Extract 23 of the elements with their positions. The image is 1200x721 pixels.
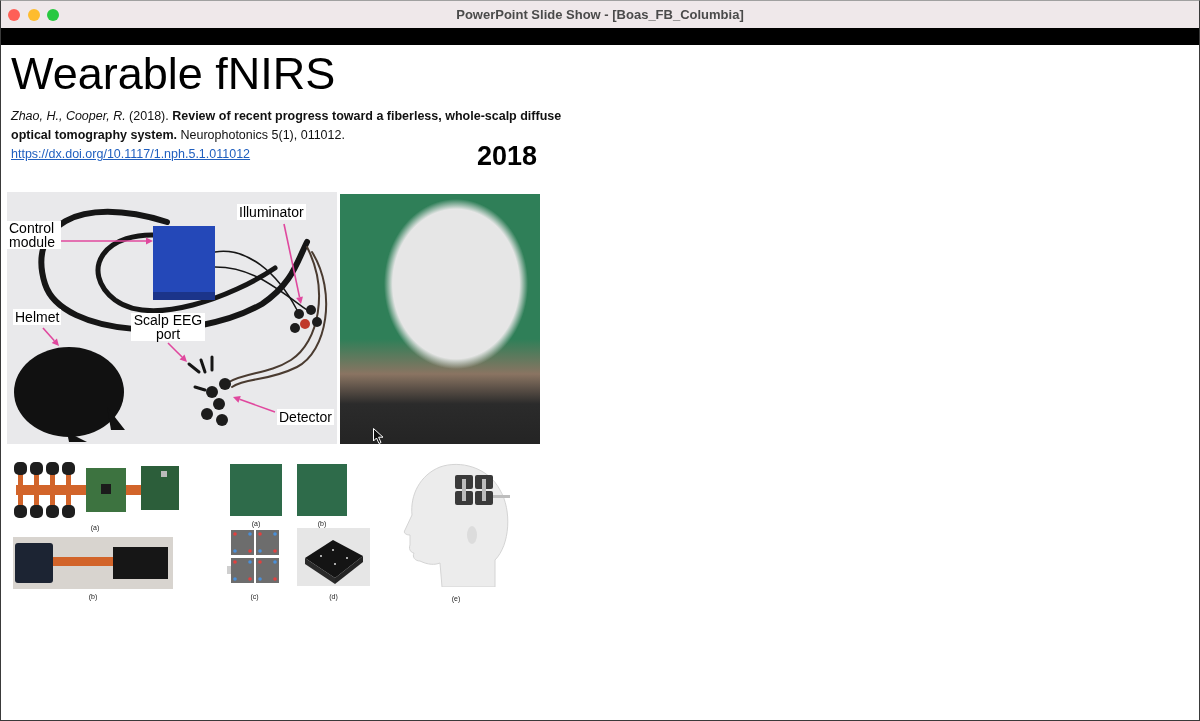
callout-label: Helmet [13, 309, 62, 325]
circuit-board-photo [230, 464, 282, 516]
module-layout-drawing [227, 528, 282, 586]
cursor-icon [373, 428, 384, 444]
callout-label: Control module [7, 221, 61, 249]
close-button[interactable] [8, 8, 20, 21]
citation-text: Zhao, H., Cooper, R. (2018). Review of recent progress toward a fiberless, whole-scalp diffuse optical tomography system. Neurophotonics 5(1), 011012. [11, 108, 563, 144]
leader-arrow [42, 327, 59, 346]
optode-cluster [201, 378, 231, 426]
eeg-connector [187, 355, 214, 392]
callout-label: Scalp EEG port [131, 313, 205, 341]
circuit-board-photo [297, 464, 347, 516]
leader-arrow [167, 342, 187, 362]
optode-cluster [290, 305, 322, 333]
minimize-button[interactable] [27, 8, 40, 21]
year-label: 2018 [477, 141, 538, 171]
callout-label: Illuminator [237, 204, 306, 220]
slide-title: Wearable fNIRS [11, 49, 336, 99]
doi-link[interactable]: https://dx.doi.org/10.1117/1.nph.5.1.011012 [11, 145, 251, 164]
callout-label: Detector [277, 409, 334, 425]
leader-arrow [233, 396, 276, 413]
window-title: PowerPoint Slide Show - [Boas_FB_Columbia] [456, 7, 744, 22]
zoom-button[interactable] [47, 8, 59, 21]
